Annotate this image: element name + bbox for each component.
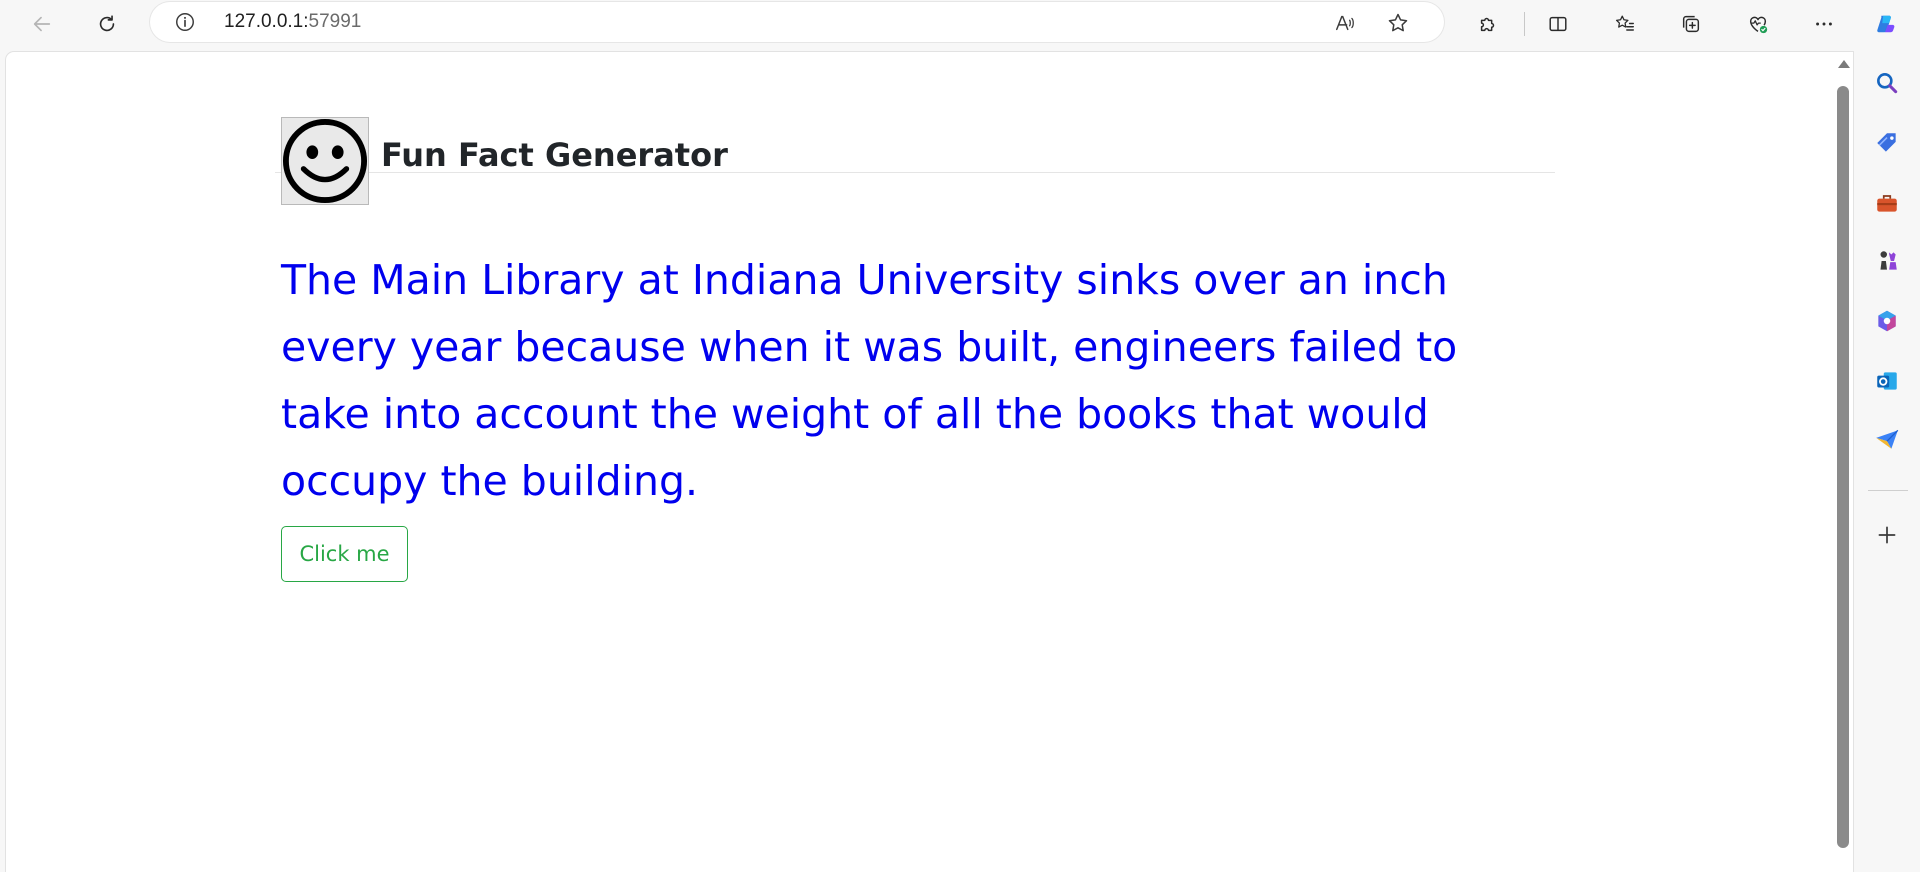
- sidebar-divider: [1868, 490, 1908, 491]
- collections-button[interactable]: [1673, 6, 1709, 42]
- scroll-up-arrow-icon[interactable]: [1838, 60, 1850, 68]
- search-icon: [1877, 73, 1898, 94]
- page-content: Fun Fact Generator The Main Library at I…: [275, 62, 1555, 582]
- outlook-icon: [1877, 372, 1897, 390]
- favorite-button[interactable]: [1383, 8, 1413, 38]
- favorites-button[interactable]: [1607, 6, 1643, 42]
- sidebar-search-button[interactable]: [1870, 66, 1904, 100]
- smiley-icon: [282, 118, 368, 204]
- fun-fact-text: The Main Library at Indiana University s…: [281, 256, 1458, 505]
- toolbar-divider: [1524, 12, 1525, 36]
- browser-toolbar: 127.0.0.1:57991: [0, 0, 1920, 48]
- page-title: Fun Fact Generator: [381, 136, 728, 174]
- read-aloud-button[interactable]: [1330, 8, 1360, 38]
- tag-icon: [1877, 133, 1896, 152]
- add-icon: [1878, 526, 1896, 544]
- heart-pulse-icon: [1749, 16, 1768, 34]
- more-button[interactable]: [1806, 6, 1842, 42]
- back-arrow-icon: [33, 16, 51, 32]
- info-icon[interactable]: [174, 11, 196, 33]
- click-me-button[interactable]: Click me: [281, 526, 408, 582]
- split-screen-icon: [1549, 16, 1567, 32]
- more-icon: [1816, 22, 1832, 26]
- microsoft365-icon: [1878, 310, 1896, 332]
- sidebar-games-button[interactable]: [1870, 244, 1904, 278]
- browser-sidebar: [1856, 48, 1920, 872]
- read-aloud-icon: [1336, 15, 1354, 31]
- star-icon: [1388, 13, 1408, 32]
- back-button[interactable]: [24, 6, 60, 42]
- url-host: 127.0.0.1:: [224, 11, 309, 32]
- smiley-logo: [281, 117, 369, 205]
- chess-icon: [1880, 251, 1897, 270]
- sidebar-drop-button[interactable]: [1870, 422, 1904, 456]
- refresh-button[interactable]: [89, 6, 125, 42]
- sidebar-shopping-button[interactable]: [1870, 126, 1904, 160]
- extensions-button[interactable]: [1470, 6, 1506, 42]
- split-screen-button[interactable]: [1540, 6, 1576, 42]
- refresh-icon: [99, 15, 115, 32]
- copilot-icon: [1877, 15, 1895, 33]
- sidebar-tools-button[interactable]: [1870, 186, 1904, 220]
- toolbox-icon: [1877, 195, 1897, 212]
- copilot-button[interactable]: [1867, 6, 1903, 42]
- scrollbar-thumb[interactable]: [1837, 86, 1849, 848]
- url-text[interactable]: 127.0.0.1:57991: [224, 2, 361, 42]
- vertical-scrollbar[interactable]: [1834, 52, 1852, 872]
- send-icon: [1876, 429, 1899, 449]
- collections-icon: [1682, 15, 1700, 33]
- url-port: 57991: [308, 11, 362, 32]
- address-bar[interactable]: 127.0.0.1:57991: [150, 2, 1444, 42]
- sidebar-add-button[interactable]: [1870, 518, 1904, 552]
- puzzle-icon: [1480, 17, 1495, 32]
- sidebar-outlook-button[interactable]: [1870, 364, 1904, 398]
- performance-button[interactable]: [1740, 6, 1776, 42]
- favorites-list-icon: [1615, 15, 1634, 31]
- sidebar-microsoft365-button[interactable]: [1870, 304, 1904, 338]
